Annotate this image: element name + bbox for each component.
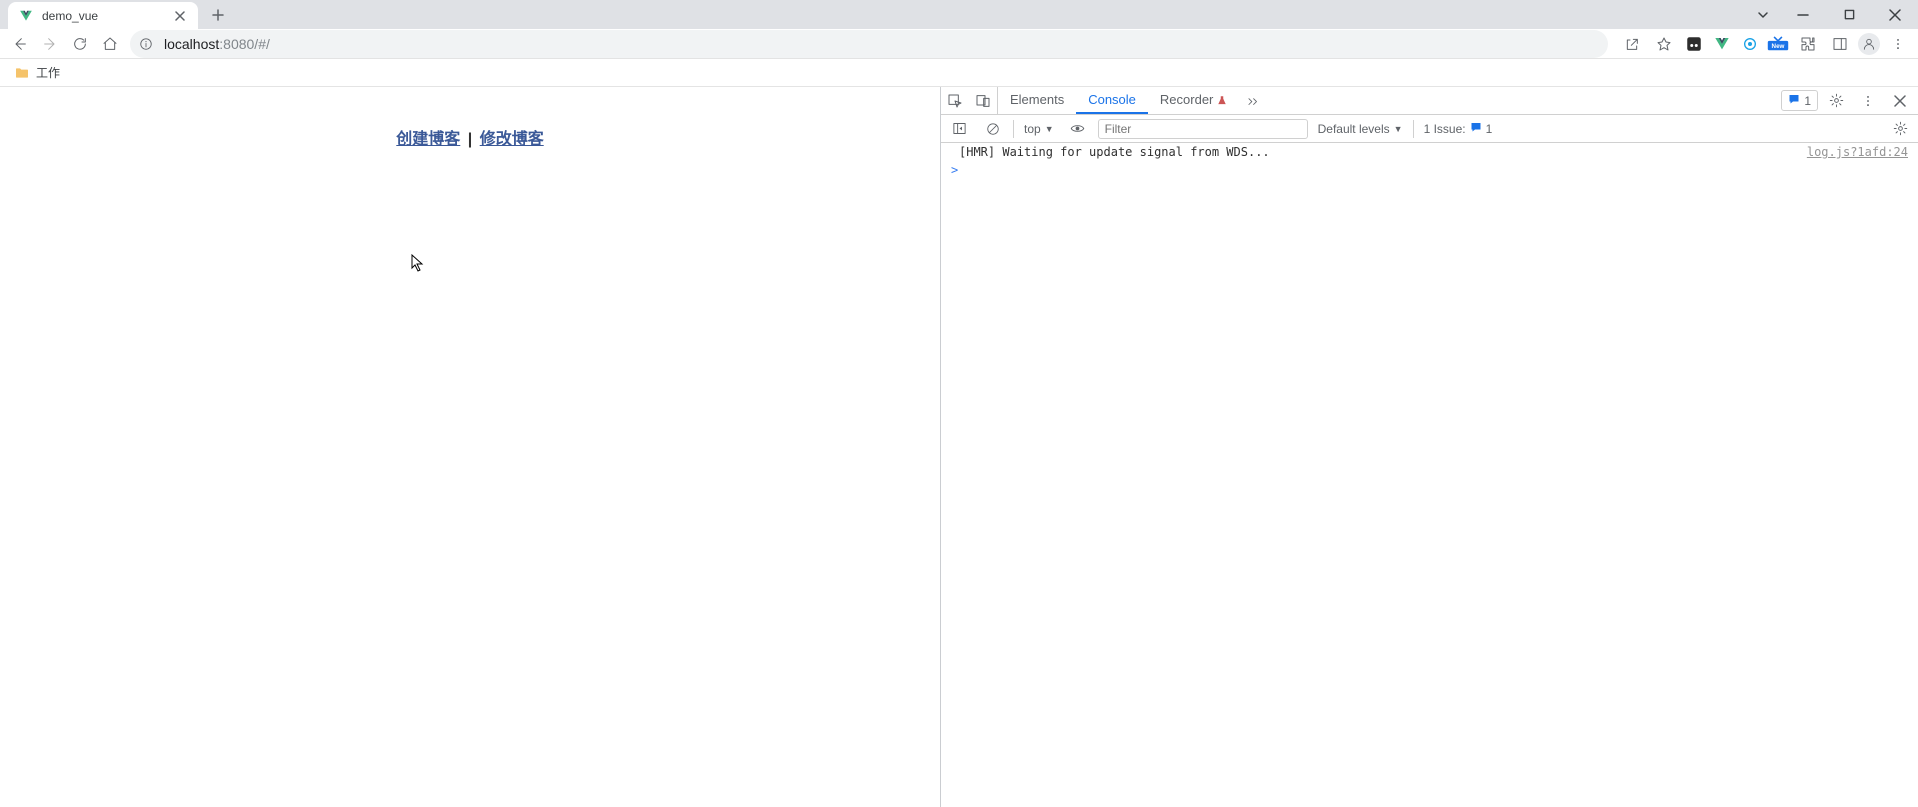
bookmark-star-icon[interactable] [1650,30,1678,58]
page-viewport: 创建博客 | 修改博客 [0,87,940,807]
link-create-blog[interactable]: 创建博客 [396,131,460,148]
devtools-menu-icon[interactable] [1854,87,1882,115]
nav-forward-button[interactable] [36,30,64,58]
link-edit-blog[interactable]: 修改博客 [480,131,544,148]
flask-icon [1217,95,1227,105]
profile-avatar-icon[interactable] [1858,33,1880,55]
nav-home-button[interactable] [96,30,124,58]
page-nav-links: 创建博客 | 修改博客 [396,125,543,149]
bookmark-label: 工作 [36,64,60,81]
cursor-icon [411,254,425,275]
live-expression-icon[interactable] [1064,115,1092,143]
clear-console-icon[interactable] [979,115,1007,143]
tab-recorder[interactable]: Recorder [1148,87,1239,114]
sidepanel-icon[interactable] [1826,30,1854,58]
window-close-button[interactable] [1872,0,1918,29]
console-output[interactable]: [HMR] Waiting for update signal from WDS… [941,143,1918,807]
extension-icon-3[interactable] [1738,32,1762,56]
nav-reload-button[interactable] [66,30,94,58]
svg-text:New: New [1772,42,1785,49]
window-maximize-button[interactable] [1826,0,1872,29]
message-icon [1470,121,1482,136]
window-controls [1746,0,1918,29]
vue-favicon-icon [18,8,34,24]
devtools-close-icon[interactable] [1886,87,1914,115]
inspect-element-icon[interactable] [941,87,969,115]
browser-toolbar: localhost:8080/#/ New [0,29,1918,59]
message-icon [1788,93,1800,108]
folder-icon [14,65,30,81]
bookmark-folder[interactable]: 工作 [8,62,66,83]
console-filter-input[interactable] [1098,119,1308,139]
url-text: localhost:8080/#/ [164,36,270,52]
extension-vue-icon[interactable] [1710,32,1734,56]
tab-close-icon[interactable] [172,8,188,24]
tab-title: demo_vue [42,9,172,23]
chrome-menu-icon[interactable] [1884,30,1912,58]
devtools-tabbar: Elements Console Recorder 1 [941,87,1918,115]
console-settings-icon[interactable] [1886,115,1914,143]
devtools-panel: Elements Console Recorder 1 [940,87,1918,807]
console-source-link[interactable]: log.js?1afd:24 [1799,145,1908,159]
console-toolbar: top▼ Default levels▼ 1 Issue: 1 [941,115,1918,143]
site-info-icon[interactable] [138,36,154,52]
toolbar-right: New [1618,30,1912,58]
console-prompt[interactable]: > [941,161,1918,179]
tabs-overflow-icon[interactable] [1239,87,1267,114]
tab-console[interactable]: Console [1076,87,1148,114]
extensions-puzzle-icon[interactable] [1794,30,1822,58]
device-toggle-icon[interactable] [969,87,997,115]
new-tab-button[interactable] [204,1,232,29]
nav-back-button[interactable] [6,30,34,58]
extension-icon-1[interactable] [1682,32,1706,56]
context-selector[interactable]: top▼ [1020,122,1058,136]
console-message: [HMR] Waiting for update signal from WDS… [959,145,1799,159]
browser-tab[interactable]: demo_vue [8,2,198,29]
console-sidebar-toggle-icon[interactable] [945,115,973,143]
log-levels-selector[interactable]: Default levels▼ [1314,122,1407,136]
address-bar[interactable]: localhost:8080/#/ [130,30,1608,58]
bookmarks-bar: 工作 [0,59,1918,87]
link-separator: | [465,131,475,148]
window-minimize-button[interactable] [1780,0,1826,29]
prompt-caret-icon: > [951,163,958,177]
browser-tabstrip: demo_vue [0,0,1918,29]
message-count-badge[interactable]: 1 [1781,90,1818,111]
tab-search-button[interactable] [1746,0,1780,29]
share-icon[interactable] [1618,30,1646,58]
console-log-row: [HMR] Waiting for update signal from WDS… [941,143,1918,161]
issues-badge[interactable]: 1 Issue: 1 [1420,121,1497,136]
devtools-settings-icon[interactable] [1822,87,1850,115]
tab-elements[interactable]: Elements [998,87,1076,114]
extension-new-icon[interactable]: New [1766,32,1790,56]
